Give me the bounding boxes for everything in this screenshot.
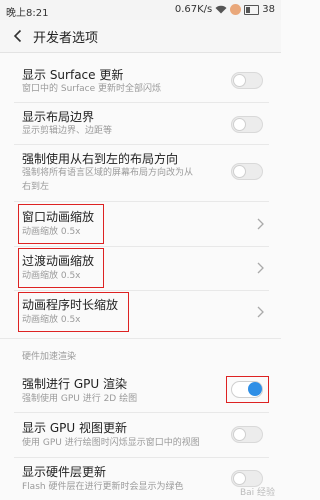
gpu-rendering-toggle[interactable] [231, 381, 263, 398]
divider [0, 338, 281, 339]
divider [14, 290, 269, 291]
avatar-icon [230, 4, 242, 15]
setting-label: 过渡动画缩放 [22, 254, 95, 268]
setting-summary: 强制将所有语言区域的屏幕布局方向改为从 [22, 168, 194, 178]
setting-label: 显示 Surface 更新 [22, 68, 124, 82]
setting-summary: 使用 GPU 进行绘图时闪烁显示窗口中的视图 [22, 438, 200, 448]
setting-label: 显示硬件层更新 [22, 465, 107, 479]
chevron-right-icon [257, 306, 264, 318]
setting-summary: 动画缩放 0.5x [22, 227, 81, 237]
setting-summary-cont: 右到左 [22, 182, 50, 192]
setting-show-gpu-view-updates[interactable]: 显示 GPU 视图更新 使用 GPU 进行绘图时闪烁显示窗口中的视图 [0, 415, 281, 455]
gpu-view-updates-toggle[interactable] [231, 426, 263, 443]
status-bar: 晚上8:21 0.67K/s 38 [0, 0, 281, 20]
setting-label: 强制进行 GPU 渲染 [22, 377, 127, 391]
app-bar: 开发者选项 [0, 20, 281, 53]
force-rtl-toggle[interactable] [231, 163, 263, 180]
divider [14, 102, 269, 103]
page-title: 开发者选项 [33, 31, 99, 46]
setting-show-layout-bounds[interactable]: 显示布局边界 显示剪辑边界、边距等 [0, 105, 281, 143]
setting-animator-duration-scale[interactable]: 动画程序时长缩放 动画缩放 0.5x [0, 292, 281, 332]
surface-updates-toggle[interactable] [231, 72, 263, 89]
setting-summary: Flash 硬件层在进行更新时会显示为绿色 [22, 482, 184, 492]
setting-summary: 窗口中的 Surface 更新时全部闪烁 [22, 84, 162, 94]
back-arrow-icon[interactable] [10, 28, 26, 44]
setting-window-animation-scale[interactable]: 窗口动画缩放 动画缩放 0.5x [0, 204, 281, 244]
divider [14, 457, 269, 458]
setting-label: 窗口动画缩放 [22, 210, 95, 224]
chevron-right-icon [257, 218, 264, 230]
divider [14, 201, 269, 202]
setting-show-hardware-layer-updates[interactable]: 显示硬件层更新 Flash 硬件层在进行更新时会显示为绿色 [0, 460, 281, 500]
wifi-icon [215, 5, 227, 14]
setting-label: 动画程序时长缩放 [22, 298, 119, 312]
battery-level: 38 [262, 4, 275, 15]
setting-label: 强制使用从右到左的布局方向 [22, 152, 179, 166]
watermark: Bai 经验 [239, 488, 275, 498]
setting-summary: 强制使用 GPU 进行 2D 绘图 [22, 394, 138, 404]
setting-force-gpu-rendering[interactable]: 强制进行 GPU 渲染 强制使用 GPU 进行 2D 绘图 [0, 371, 281, 411]
layout-bounds-toggle[interactable] [231, 116, 263, 133]
battery-icon [244, 4, 260, 15]
section-title: 硬件加速渲染 [22, 352, 77, 362]
setting-show-surface-updates[interactable]: 显示 Surface 更新 窗口中的 Surface 更新时全部闪烁 [0, 62, 281, 102]
setting-transition-animation-scale[interactable]: 过渡动画缩放 动画缩放 0.5x [0, 248, 281, 288]
status-time: 晚上8:21 [6, 8, 49, 19]
divider [14, 246, 269, 247]
setting-label: 显示布局边界 [22, 110, 95, 124]
setting-force-rtl[interactable]: 强制使用从右到左的布局方向 强制将所有语言区域的屏幕布局方向改为从 右到左 [0, 147, 281, 201]
setting-summary: 动画缩放 0.5x [22, 271, 81, 281]
setting-label: 显示 GPU 视图更新 [22, 421, 127, 435]
network-speed: 0.67K/s [174, 4, 213, 15]
status-icons: 0.67K/s 38 [175, 4, 275, 15]
setting-summary: 显示剪辑边界、边距等 [22, 126, 113, 136]
chevron-right-icon [257, 262, 264, 274]
divider [14, 144, 269, 145]
divider [14, 412, 269, 413]
setting-summary: 动画缩放 0.5x [22, 315, 81, 325]
